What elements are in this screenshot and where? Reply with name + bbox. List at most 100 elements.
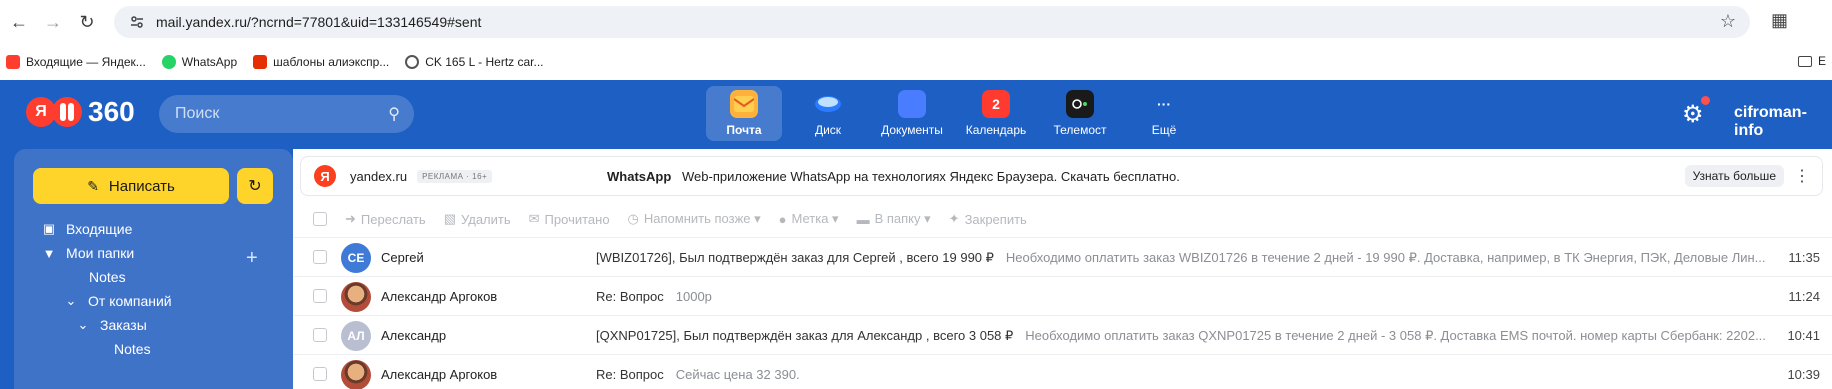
bookmark-item[interactable]: CK 165 L - Hertz car... xyxy=(405,55,544,69)
inbox-icon: ▣ xyxy=(42,221,56,236)
message-row[interactable]: Александр Аргоков Re: Вопрос Сейчас цена … xyxy=(293,354,1832,389)
bookmarks-bar: Входящие — Яндек... WhatsApp шаблоны али… xyxy=(0,44,1832,80)
compose-button[interactable]: ✎ Написать xyxy=(33,168,229,204)
chevron-down-icon[interactable]: ⌄ xyxy=(62,293,80,309)
reminder-icon: ◷ xyxy=(627,211,639,226)
aliexpress-icon xyxy=(253,55,268,69)
ad-menu-icon[interactable]: ⋮ xyxy=(1794,166,1810,186)
mail-header: Я 360 Поиск ⚲ Почта Диск Документы 2 Кал… xyxy=(0,80,1832,149)
mail-icon xyxy=(730,90,758,118)
documents-icon xyxy=(898,90,926,118)
folder-orders-notes[interactable]: Notes xyxy=(114,341,151,357)
toolbar-label-menu[interactable]: ● Метка ▾ xyxy=(779,211,839,227)
message-checkbox[interactable] xyxy=(313,289,327,303)
search-placeholder: Поиск xyxy=(175,105,220,122)
subject: [WBIZ01726], Был подтверждён заказ для С… xyxy=(596,250,1766,266)
toolbar-label: Переслать xyxy=(360,211,426,227)
service-label: Календарь xyxy=(965,123,1027,137)
toolbar-forward[interactable]: ➜ Переслать xyxy=(345,211,426,227)
message-toolbar: ➜ Переслать ▧ Удалить ✉ Прочитано ◷ Напомнит… xyxy=(293,201,1832,237)
snippet: Необходимо оплатить заказ WBIZ01726 в те… xyxy=(1005,250,1766,265)
ad-learn-more-button[interactable]: Узнать больше xyxy=(1684,165,1784,187)
service-calendar[interactable]: 2 Календарь xyxy=(958,86,1034,141)
toolbar-label: Удалить xyxy=(461,211,511,227)
message-row[interactable]: АЛ Александр [QXNP01725], Был подтверждё… xyxy=(293,315,1832,354)
back-icon[interactable]: ← xyxy=(2,5,36,39)
snippet: 1000р xyxy=(675,289,712,304)
avatar xyxy=(341,360,371,389)
subject: Re: Вопрос Сейчас цена 32 390. xyxy=(596,367,800,382)
folder-orders[interactable]: ⌄ Заказы xyxy=(74,317,147,333)
compose-label: Написать xyxy=(108,177,175,195)
message-checkbox[interactable] xyxy=(313,250,327,264)
sender: Сергей xyxy=(381,250,424,265)
message-list-area: Я yandex.ru РЕКЛАМА · 16+ WhatsApp Web-п… xyxy=(293,149,1832,389)
bookmarks-folder[interactable]: E xyxy=(1797,54,1826,68)
service-label: Почта xyxy=(726,123,762,137)
account-name[interactable]: cifroman-info xyxy=(1734,104,1832,140)
service-documents[interactable]: Документы xyxy=(874,86,950,141)
ad-banner[interactable]: Я yandex.ru РЕКЛАМА · 16+ WhatsApp Web-п… xyxy=(300,156,1823,196)
more-icon: ··· xyxy=(1157,96,1171,112)
folders-icon: ▼ xyxy=(42,245,56,261)
folder-my-folders[interactable]: ▼ Мои папки xyxy=(40,245,135,261)
site-settings-icon[interactable] xyxy=(122,7,152,37)
bookmark-item[interactable]: WhatsApp xyxy=(161,55,237,69)
ad-brand: WhatsApp xyxy=(607,169,672,184)
toolbar-remind[interactable]: ◷ Напомнить позже ▾ xyxy=(628,211,761,227)
toolbar-label: Метка ▾ xyxy=(791,211,839,226)
search-input[interactable]: Поиск ⚲ xyxy=(159,95,414,133)
subject-text: Re: Вопрос xyxy=(596,367,664,382)
service-telemost[interactable]: Телемост xyxy=(1042,86,1118,141)
search-icon[interactable]: ⚲ xyxy=(388,104,400,124)
reload-icon[interactable]: ↻ xyxy=(70,5,104,39)
url-text[interactable]: mail.yandex.ru/?ncrnd=77801&uid=13314654… xyxy=(156,14,481,30)
forward-icon[interactable]: → xyxy=(36,5,70,39)
folder-notes[interactable]: Notes xyxy=(89,269,126,285)
ad-domain: yandex.ru xyxy=(350,168,408,184)
subject-text: Re: Вопрос xyxy=(596,289,664,304)
message-checkbox[interactable] xyxy=(313,367,327,381)
globe-icon xyxy=(405,55,420,69)
message-checkbox[interactable] xyxy=(313,328,327,342)
add-folder-icon[interactable]: + xyxy=(246,247,258,270)
360-logo-icon xyxy=(52,97,82,127)
folder-inbox[interactable]: ▣ Входящие xyxy=(40,221,133,237)
folder-label: Notes xyxy=(89,269,126,285)
folder-from-companies[interactable]: ⌄ От компаний xyxy=(62,293,172,309)
time: 10:39 xyxy=(1787,367,1820,382)
refresh-button[interactable]: ↻ xyxy=(237,168,273,204)
service-disk[interactable]: Диск xyxy=(790,86,866,141)
label-icon: ● xyxy=(778,211,787,227)
settings-gear-icon[interactable]: ⚙ xyxy=(1682,96,1710,129)
telemost-icon xyxy=(1066,90,1094,118)
folder-label: От компаний xyxy=(88,293,172,309)
service-more[interactable]: ··· Ещё xyxy=(1126,86,1202,141)
toolbar-read[interactable]: ✉ Прочитано xyxy=(529,211,610,227)
toolbar-delete[interactable]: ▧ Удалить xyxy=(444,211,511,227)
message-row[interactable]: Александр Аргоков Re: Вопрос 1000р 11:24 xyxy=(293,276,1832,315)
toolbar-move-folder[interactable]: ▬ В папку ▾ xyxy=(857,211,931,227)
pencil-icon: ✎ xyxy=(87,177,99,194)
address-bar[interactable]: mail.yandex.ru/?ncrnd=77801&uid=13314654… xyxy=(114,6,1750,38)
toolbar-pin[interactable]: ✦ Закрепить xyxy=(949,211,1027,227)
sidebar: ✎ Написать ↻ ▣ Входящие ▼ Мои папки + No… xyxy=(0,149,293,389)
bookmark-item[interactable]: шаблоны алиэкспр... xyxy=(253,55,389,69)
bookmark-star-icon[interactable]: ☆ xyxy=(1720,11,1736,32)
select-all-checkbox[interactable] xyxy=(313,212,327,226)
avatar: СЕ xyxy=(341,243,371,273)
toolbar-label: В папку ▾ xyxy=(874,211,931,226)
service-mail[interactable]: Почта xyxy=(706,86,782,141)
bookmark-label: Входящие — Яндек... xyxy=(26,55,146,69)
logo-number: 360 xyxy=(88,96,135,127)
disk-icon xyxy=(814,90,842,118)
yandex-360-logo[interactable]: Я 360 xyxy=(26,96,135,128)
sidebar-panel: ✎ Написать ↻ ▣ Входящие ▼ Мои папки + No… xyxy=(14,149,293,389)
calendar-icon: 2 xyxy=(982,90,1010,118)
message-row[interactable]: СЕ Сергей [WBIZ01726], Был подтверждён з… xyxy=(293,237,1832,276)
whatsapp-icon xyxy=(161,55,176,69)
chevron-down-icon[interactable]: ⌄ xyxy=(74,317,92,333)
subject-text: [QXNP01725], Был подтверждён заказ для А… xyxy=(596,328,1014,343)
bookmark-item[interactable]: Входящие — Яндек... xyxy=(6,55,146,69)
extensions-icon[interactable]: ▦ xyxy=(1771,10,1788,31)
